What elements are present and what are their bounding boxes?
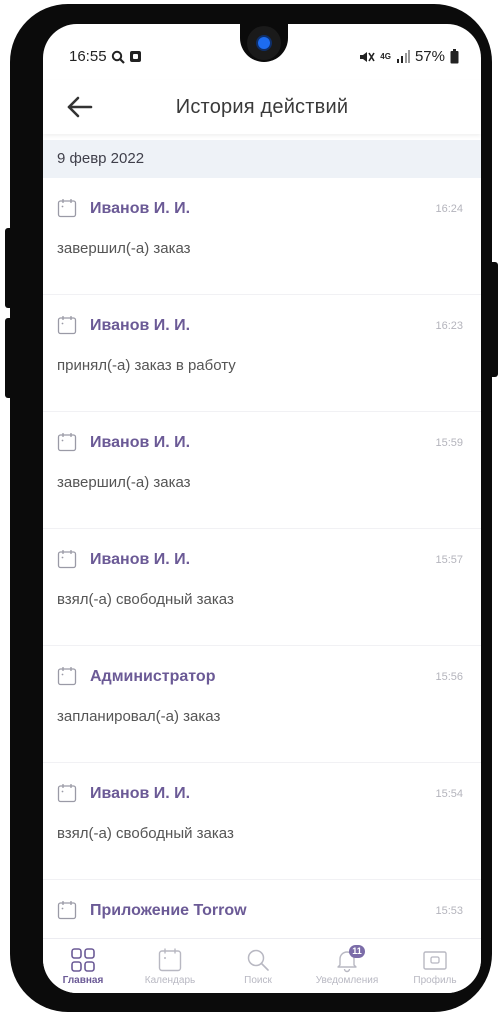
calendar-icon (57, 783, 77, 808)
bell-icon: 11 (307, 945, 387, 973)
calendar-icon (57, 198, 77, 223)
list-item[interactable]: Иванов И. И. 15:57 взял(-а) свободный за… (43, 529, 481, 646)
network-type: 4G (380, 51, 391, 61)
front-camera (247, 26, 281, 60)
event-actor: Иванов И. И. (90, 317, 191, 334)
calendar-icon (57, 666, 77, 691)
nav-notifications-label: Уведомления (315, 975, 379, 986)
calendar-icon (57, 900, 77, 925)
page-title: История действий (175, 96, 349, 118)
list-item[interactable]: Иванов И. И. 15:54 взял(-а) свободный за… (43, 763, 481, 880)
nav-home-label: Главная (62, 975, 104, 986)
event-time: 15:59 (435, 437, 463, 449)
event-action: взял(-а) свободный заказ (57, 825, 234, 842)
nav-search[interactable]: Поиск (218, 947, 298, 986)
nav-profile-label: Профиль (413, 975, 457, 986)
event-actor: Иванов И. И. (90, 551, 191, 568)
event-actor: Иванов И. И. (90, 434, 191, 451)
profile-icon (395, 947, 475, 973)
grid-icon (43, 947, 123, 973)
event-time: 15:53 (435, 905, 463, 917)
status-time: 16:55 (69, 48, 107, 65)
app-bar: История действий (43, 80, 481, 134)
event-action: завершил(-а) заказ (57, 240, 191, 257)
phone-frame: 16:55 4G 57% История действий 9 февр 202… (10, 4, 492, 1012)
signal-icon (396, 50, 410, 63)
nav-calendar[interactable]: Календарь (130, 947, 210, 986)
calendar-icon (57, 549, 77, 574)
event-action: завершил(-а) заказ (57, 474, 191, 491)
battery-percent: 57% (414, 48, 445, 65)
event-time: 15:54 (435, 788, 463, 800)
event-time: 16:23 (435, 320, 463, 332)
search-icon (111, 50, 125, 64)
screenshot-icon (129, 50, 142, 63)
mute-icon (359, 50, 375, 64)
calendar-icon (57, 315, 77, 340)
event-action: принял(-а) заказ в работу (57, 357, 236, 374)
list-item[interactable]: Иванов И. И. 15:59 завершил(-а) заказ (43, 412, 481, 529)
screen: 16:55 4G 57% История действий 9 февр 202… (43, 24, 481, 993)
bottom-navigation: Главная Календарь Поиск 11 Уведомления П… (43, 938, 481, 993)
event-time: 16:24 (435, 203, 463, 215)
list-item[interactable]: Иванов И. И. 16:24 завершил(-а) заказ (43, 178, 481, 295)
search-icon (218, 947, 298, 973)
list-item[interactable]: Администратор 15:56 запланировал(-а) зак… (43, 646, 481, 763)
event-time: 15:57 (435, 554, 463, 566)
event-action: взял(-а) свободный заказ (57, 591, 234, 608)
calendar-icon (130, 947, 210, 973)
nav-home[interactable]: Главная (43, 947, 123, 986)
event-time: 15:56 (435, 671, 463, 683)
calendar-icon (57, 432, 77, 457)
event-actor: Иванов И. И. (90, 785, 191, 802)
list-item[interactable]: Иванов И. И. 16:23 принял(-а) заказ в ра… (43, 295, 481, 412)
notification-badge: 11 (349, 945, 365, 958)
event-action: запланировал(-а) заказ (57, 708, 221, 725)
event-actor: Приложение Torrow (90, 902, 247, 919)
date-group-header: 9 февр 2022 (43, 140, 481, 178)
nav-profile[interactable]: Профиль (395, 947, 475, 986)
nav-calendar-label: Календарь (144, 975, 196, 986)
event-actor: Иванов И. И. (90, 200, 191, 217)
history-list: Иванов И. И. 16:24 завершил(-а) заказ Ив… (43, 178, 481, 993)
battery-icon (450, 49, 459, 64)
nav-search-label: Поиск (244, 975, 272, 986)
event-actor: Администратор (90, 668, 216, 685)
nav-notifications[interactable]: 11 Уведомления (307, 945, 387, 986)
